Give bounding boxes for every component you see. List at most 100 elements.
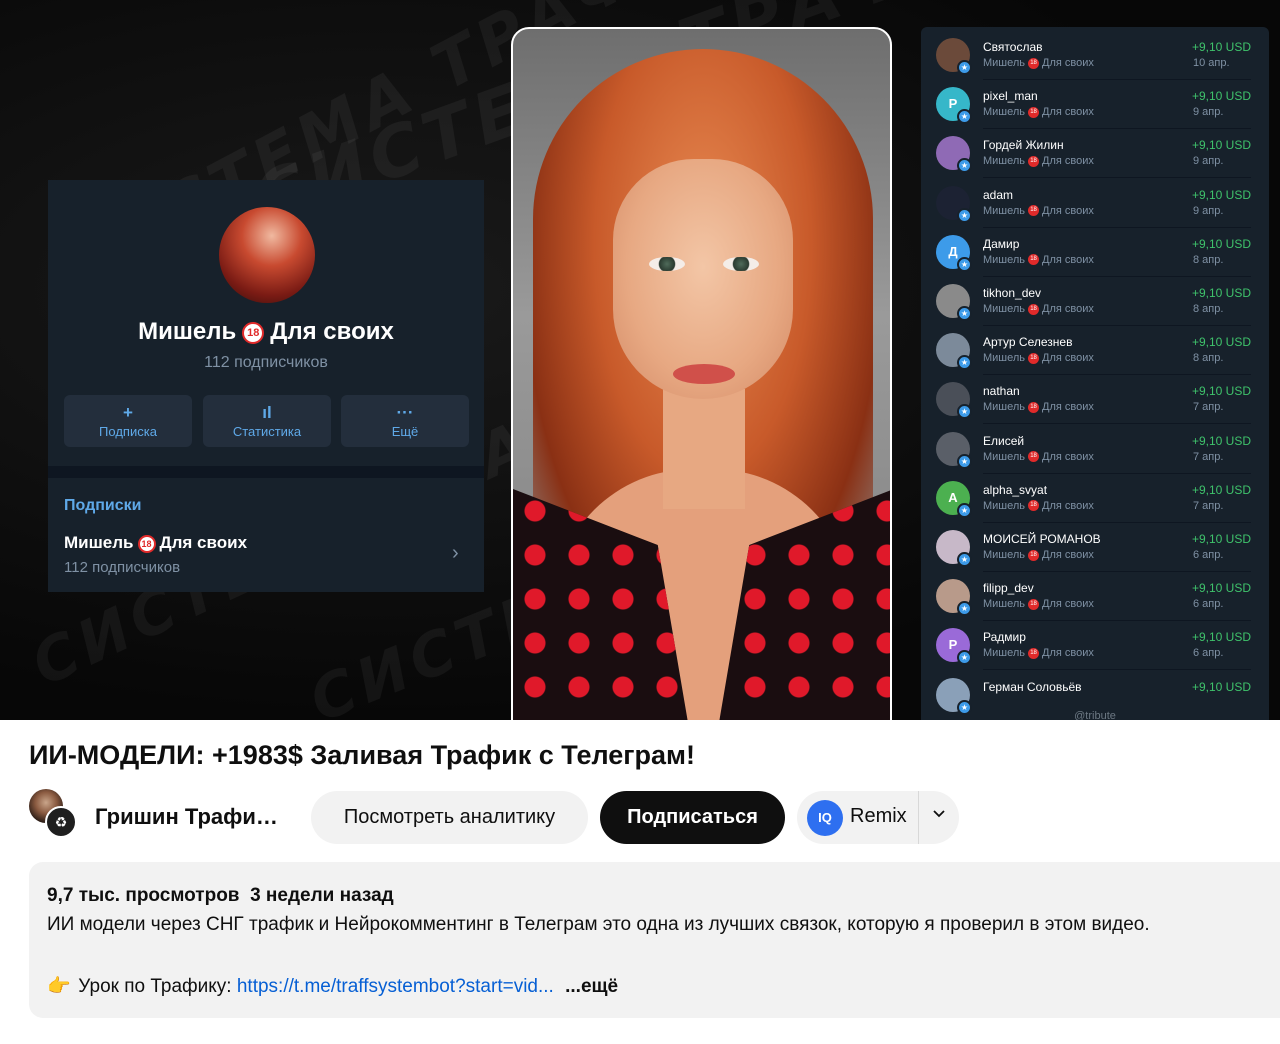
channel-name: Мишель 18 Для своих <box>138 318 394 345</box>
payer-name: pixel_man <box>983 89 1038 104</box>
view-count: 9,7 тыс. просмотров <box>47 885 240 906</box>
payment-amount: +9,10 USD <box>1191 433 1251 448</box>
payment-row: ★ Герман Соловьёв +9,10 USD <box>921 671 1269 720</box>
payment-channel: Мишель 18 Для своих <box>983 57 1094 69</box>
remix-icon: IQ <box>807 800 843 836</box>
payment-date: 6 апр. <box>1193 549 1224 561</box>
payment-row: ★ nathan Мишель 18 Для своих 7 апр. +9,10 USD <box>921 375 1269 425</box>
payment-channel: Мишель 18 Для своих <box>983 303 1094 315</box>
age-18-icon: 18 <box>1028 451 1040 463</box>
payer-name: МОИСЕЙ РОМАНОВ <box>983 532 1101 546</box>
description-box[interactable]: 9,7 тыс. просмотров 3 недели назад ИИ мо… <box>29 862 1280 1018</box>
star-icon: ★ <box>957 502 972 518</box>
payer-name: Артур Селезнев <box>983 335 1073 350</box>
payment-channel: Мишель 18 Для своих <box>983 450 1094 463</box>
remix-button[interactable]: IQ Remix <box>797 791 959 844</box>
video-stats: 9,7 тыс. просмотров 3 недели назад <box>47 885 394 907</box>
payment-channel: Мишель 18 Для своих <box>983 598 1094 611</box>
payment-row: ★ Артур Селезнев Мишель 18 Для своих 8 апр. +9… <box>921 326 1269 376</box>
payer-name: Дамир <box>983 236 1020 251</box>
payment-date: 9 апр. <box>1193 204 1224 217</box>
payment-amount: +9,10 USD <box>1191 335 1251 350</box>
payer-name: adam <box>983 187 1014 202</box>
neck-shape <box>663 389 745 509</box>
payment-row: ★ adam Мишель 18 Для своих 9 апр. +9,10 USD <box>921 179 1269 228</box>
payment-amount: +9,10 USD <box>1191 630 1251 645</box>
payer-name: Радмир <box>983 630 1026 645</box>
payment-row: ★ filipp_dev Мишель 18 Для своих 6 апр. +9,10 … <box>921 572 1269 622</box>
age-18-icon: 18 <box>1028 205 1040 217</box>
star-icon: ★ <box>957 109 972 125</box>
payment-date: 7 апр. <box>1193 499 1224 512</box>
description-link-row: 👉 Урок по Трафику: https://t.me/traffsys… <box>47 976 619 997</box>
view-analytics-button[interactable]: Посмотреть аналитику <box>311 791 588 844</box>
description-text: ИИ модели через СНГ трафик и Нейрокоммен… <box>47 914 1150 935</box>
age-18-icon: 18 <box>1028 500 1040 512</box>
subscription-subscribers: 112 подписчиков <box>64 559 181 576</box>
payment-row: ★ Гордей Жилин Мишель 18 Для своих 9 апр. +9,1… <box>921 129 1269 179</box>
statistics-tile: ıl Статистика <box>203 395 331 447</box>
payment-amount: +9,10 USD <box>1191 679 1251 694</box>
payment-date: 9 апр. <box>1193 155 1224 168</box>
star-icon: ★ <box>957 158 972 174</box>
star-icon: ★ <box>957 256 972 272</box>
payer-name: tikhon_dev <box>983 286 1042 300</box>
more-tile: ··· Ещё <box>341 395 469 447</box>
payment-amount: +9,10 USD <box>1191 89 1251 104</box>
payment-date: 8 апр. <box>1193 253 1224 266</box>
payment-row: ★ Елисей Мишель 18 Для своих 7 апр. +9,10 USD <box>921 425 1269 474</box>
lips-shape <box>673 364 735 384</box>
payment-channel: Мишель 18 Для своих <box>983 352 1094 365</box>
payment-amount: +9,10 USD <box>1191 187 1251 202</box>
show-more-button[interactable]: ...ещё <box>565 976 618 997</box>
age-18-icon: 18 <box>137 534 156 553</box>
payment-row: A ★ alpha_svyat Мишель 18 Для своих 7 апр. +9,1… <box>921 474 1269 523</box>
divider <box>48 466 484 478</box>
payment-channel: Мишель 18 Для своих <box>983 499 1094 512</box>
subscribe-button[interactable]: Подписаться <box>600 791 785 844</box>
payments-list: @tribute ★ Святослав Мишель 18 Для своих 10 а… <box>921 27 1269 720</box>
channel-name[interactable]: Гришин Трафи… <box>95 804 285 830</box>
payment-row: ★ Святослав Мишель 18 Для своих 10 апр. +9,10 … <box>921 31 1269 80</box>
star-icon: ★ <box>957 60 972 75</box>
payment-row: P ★ pixel_man Мишель 18 Для своих 9 апр. +9,10 … <box>921 80 1269 130</box>
eye-shape <box>649 257 685 271</box>
age-18-icon: 18 <box>1028 106 1040 118</box>
channel-logo-icon[interactable]: ♻ <box>45 806 77 838</box>
payment-channel: Мишель 18 Для своих <box>983 549 1094 561</box>
payment-amount: +9,10 USD <box>1191 40 1251 54</box>
age-18-icon: 18 <box>1028 303 1040 315</box>
subscriptions-heading: Подписки <box>64 497 142 514</box>
payment-date: 8 апр. <box>1193 352 1224 365</box>
payment-row: P ★ Радмир Мишель 18 Для своих 6 апр. +9,10 USD <box>921 621 1269 671</box>
eye-shape <box>723 257 759 271</box>
star-icon: ★ <box>957 453 972 469</box>
payment-channel: Мишель 18 Для своих <box>983 647 1094 660</box>
age-18-icon: 18 <box>1028 155 1040 167</box>
subscription-name: Мишель 18 Для своих <box>64 533 248 553</box>
payment-date: 10 апр. <box>1193 57 1230 69</box>
star-icon: ★ <box>957 650 972 666</box>
payer-name: Герман Соловьёв <box>983 679 1082 694</box>
payment-date: 6 апр. <box>1193 647 1224 660</box>
payment-channel: Мишель 18 Для своих <box>983 401 1094 414</box>
divider <box>918 791 919 844</box>
payment-channel: Мишель 18 Для своих <box>983 155 1094 168</box>
star-icon: ★ <box>957 355 972 371</box>
payment-date: 6 апр. <box>1193 598 1224 611</box>
bar-chart-icon: ıl <box>262 403 272 422</box>
chevron-right-icon: › <box>452 542 459 564</box>
video-player[interactable]: СИСТЕМА ТРАФИКА СИСТЕМА ТРАФИКА СИСТЕМА … <box>0 0 1280 720</box>
more-dots-icon: ··· <box>396 403 414 422</box>
age-18-icon: 18 <box>1028 401 1040 413</box>
chevron-down-icon[interactable] <box>928 805 950 826</box>
payer-name: Елисей <box>983 433 1025 448</box>
video-title: ИИ-МОДЕЛИ: +1983$ Заливая Трафик с Телег… <box>29 740 695 770</box>
age-18-icon: 18 <box>1028 352 1040 364</box>
description-link[interactable]: https://t.me/traffsystembot?start=vid... <box>237 976 554 997</box>
channel-avatar <box>219 207 315 303</box>
age-18-icon: 18 <box>1028 57 1040 69</box>
payment-amount: +9,10 USD <box>1191 482 1251 497</box>
payment-amount: +9,10 USD <box>1191 532 1251 546</box>
star-icon: ★ <box>957 601 972 617</box>
